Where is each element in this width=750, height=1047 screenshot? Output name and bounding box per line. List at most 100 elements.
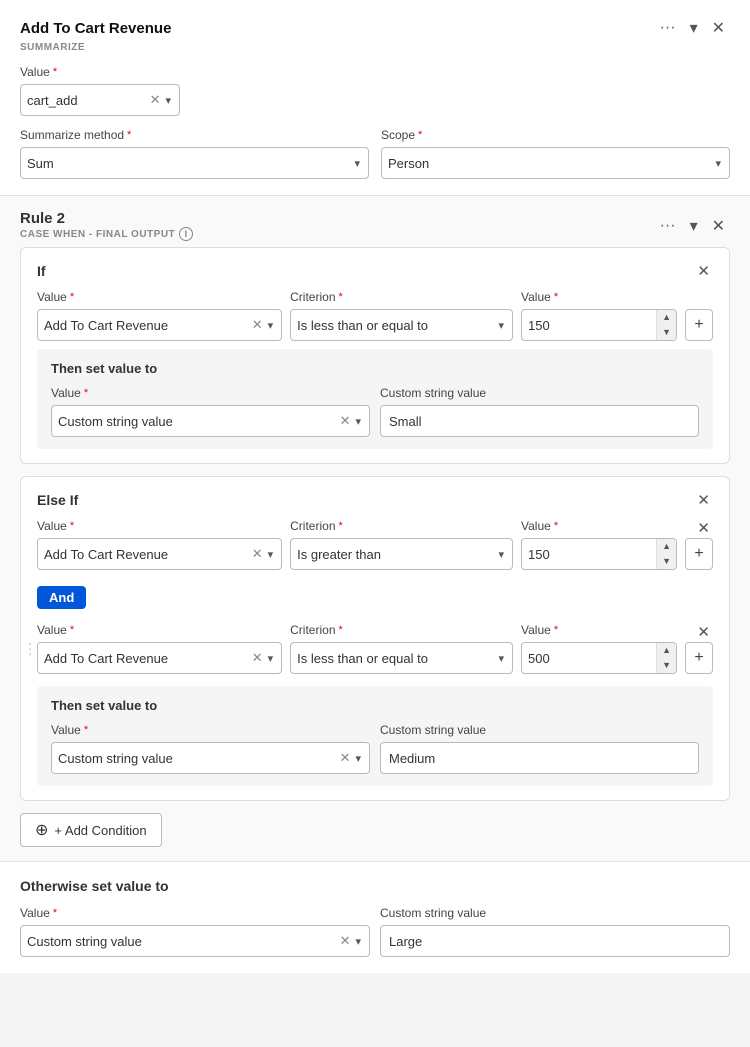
else-row1-criterion-chevron-icon: ▾: [496, 548, 506, 561]
if-add-button[interactable]: +: [685, 309, 713, 341]
scope-select[interactable]: Person ▾: [381, 147, 730, 179]
else-row1-value-selected: Add To Cart Revenue: [44, 547, 249, 562]
close-button[interactable]: ✕: [707, 16, 730, 40]
if-val-down-button[interactable]: ▼: [657, 325, 676, 340]
panel-header-icons: ··· ▾ ✕: [655, 16, 730, 40]
else-then-value-group: Value * Custom string value ✕ ▾: [51, 723, 370, 774]
value-clear-button[interactable]: ✕: [147, 92, 164, 108]
scope-group: Scope * Person ▾: [381, 128, 730, 179]
else-row2-criterion-group: Criterion * Is less than or equal to ▾: [290, 623, 513, 674]
summarize-method-group: Summarize method * Sum ▾: [20, 128, 369, 179]
if-then-value-label: Value *: [51, 386, 370, 400]
value-select-wrap[interactable]: cart_add ✕ ▾: [20, 84, 180, 116]
else-row2-val-label: Value *: [521, 623, 677, 637]
if-val-input[interactable]: [522, 318, 656, 333]
summarize-method-select[interactable]: Sum ▾: [20, 147, 369, 179]
rule2-collapse-button[interactable]: ▾: [685, 214, 703, 238]
else-row1-criterion-select[interactable]: Is greater than ▾: [290, 538, 513, 570]
if-then-value-select[interactable]: Custom string value ✕ ▾: [51, 405, 370, 437]
otherwise-value-select[interactable]: Custom string value ✕ ▾: [20, 925, 370, 957]
else-row1-value-select[interactable]: Add To Cart Revenue ✕ ▾: [37, 538, 282, 570]
else-row2-value-selected: Add To Cart Revenue: [44, 651, 249, 666]
if-vcv-row-wrapper: Value * Add To Cart Revenue ✕ ▾ Criterio…: [37, 290, 713, 341]
if-then-row: Value * Custom string value ✕ ▾ Custom s…: [51, 386, 699, 437]
method-scope-row: Summarize method * Sum ▾ Scope * Person …: [20, 128, 730, 179]
otherwise-value-selected: Custom string value: [27, 934, 337, 949]
otherwise-value-chevron-icon: ▾: [353, 935, 363, 948]
if-then-value-selected: Custom string value: [58, 414, 337, 429]
else-row1-value-chevron-icon: ▾: [266, 548, 276, 561]
if-then-value-clear-button[interactable]: ✕: [337, 413, 354, 429]
else-row2-value-clear-button[interactable]: ✕: [249, 650, 266, 666]
else-row1-wrapper: ✕ Value * Add To Cart Revenue ✕ ▾: [37, 519, 713, 570]
else-row1-val-input[interactable]: [522, 547, 656, 562]
value-chevron-icon: ▾: [163, 94, 173, 107]
if-card-close-button[interactable]: ✕: [694, 262, 713, 280]
rule2-header: Rule 2 CASE WHEN - FINAL OUTPUT i ··· ▾ …: [20, 210, 730, 241]
if-then-value-chevron-icon: ▾: [353, 415, 363, 428]
if-then-title: Then set value to: [51, 361, 699, 376]
panel-title: Add To Cart Revenue: [20, 20, 171, 37]
summarize-method-label: Summarize method *: [20, 128, 369, 142]
else-row1-val-down-button[interactable]: ▼: [657, 554, 676, 569]
if-value-clear-button[interactable]: ✕: [249, 317, 266, 333]
else-then-custom-group: Custom string value: [380, 723, 699, 774]
panel-header: Add To Cart Revenue ··· ▾ ✕: [20, 16, 730, 40]
else-row2-criterion-chevron-icon: ▾: [496, 652, 506, 665]
and-button[interactable]: And: [37, 586, 86, 609]
else-row2-value-select[interactable]: Add To Cart Revenue ✕ ▾: [37, 642, 282, 674]
collapse-button[interactable]: ▾: [685, 16, 703, 40]
else-row1-val-group: Value * ▲ ▼: [521, 519, 677, 570]
more-options-button[interactable]: ···: [655, 17, 681, 39]
else-row2-val-group: Value * ▲ ▼: [521, 623, 677, 674]
summarize-method-chevron-icon: ▾: [352, 157, 362, 170]
else-row1-criterion-value: Is greater than: [297, 547, 496, 562]
if-val-input-wrap[interactable]: ▲ ▼: [521, 309, 677, 341]
value-selected: cart_add: [27, 93, 147, 108]
else-then-custom-input[interactable]: [380, 742, 699, 774]
if-value-select[interactable]: Add To Cart Revenue ✕ ▾: [37, 309, 282, 341]
otherwise-section: Otherwise set value to Value * Custom st…: [0, 862, 750, 973]
scope-value: Person: [388, 156, 713, 171]
else-row2-val-input-wrap[interactable]: ▲ ▼: [521, 642, 677, 674]
otherwise-value-clear-button[interactable]: ✕: [337, 933, 354, 949]
else-row2-val-up-button[interactable]: ▲: [657, 643, 676, 658]
else-row2-value-label: Value *: [37, 623, 282, 637]
otherwise-value-group: Value * Custom string value ✕ ▾: [20, 906, 370, 957]
value-label: Value *: [20, 65, 730, 79]
panel-subtitle: SUMMARIZE: [20, 42, 730, 53]
else-row1-val-up-button[interactable]: ▲: [657, 539, 676, 554]
if-criterion-select[interactable]: Is less than or equal to ▾: [290, 309, 513, 341]
rule2-header-icons: ··· ▾ ✕: [655, 214, 730, 238]
if-then-section: Then set value to Value * Custom string …: [37, 349, 713, 449]
if-card: If ✕ Value * Add To Cart Revenue ✕ ▾: [20, 247, 730, 464]
if-criterion-value: Is less than or equal to: [297, 318, 496, 333]
else-row2-add-button[interactable]: +: [685, 642, 713, 674]
else-if-card-close-button[interactable]: ✕: [694, 491, 713, 509]
else-then-value-clear-button[interactable]: ✕: [337, 750, 354, 766]
otherwise-custom-input[interactable]: [380, 925, 730, 957]
else-row1-value-group: Value * Add To Cart Revenue ✕ ▾: [37, 519, 282, 570]
if-val-spinner: ▲ ▼: [656, 310, 676, 340]
else-row2-val-down-button[interactable]: ▼: [657, 658, 676, 673]
else-row2-criterion-select[interactable]: Is less than or equal to ▾: [290, 642, 513, 674]
add-condition-label: + Add Condition: [54, 823, 146, 838]
otherwise-value-label: Value *: [20, 906, 370, 920]
if-val-up-button[interactable]: ▲: [657, 310, 676, 325]
else-row1-val-input-wrap[interactable]: ▲ ▼: [521, 538, 677, 570]
else-row1-value-clear-button[interactable]: ✕: [249, 546, 266, 562]
if-card-title: If: [37, 263, 46, 279]
else-then-custom-label: Custom string value: [380, 723, 699, 737]
else-row1-add-button[interactable]: +: [685, 538, 713, 570]
else-then-value-select[interactable]: Custom string value ✕ ▾: [51, 742, 370, 774]
if-then-custom-input[interactable]: [380, 405, 699, 437]
add-condition-button[interactable]: ⊕ + Add Condition: [20, 813, 162, 847]
info-icon[interactable]: i: [179, 227, 193, 241]
otherwise-custom-label: Custom string value: [380, 906, 730, 920]
else-row2-val-input[interactable]: [522, 651, 656, 666]
else-row1-value-label: Value *: [37, 519, 282, 533]
rule2-close-button[interactable]: ✕: [707, 214, 730, 238]
rule2-more-button[interactable]: ···: [655, 215, 681, 237]
rule2-subtitle: CASE WHEN - FINAL OUTPUT i: [20, 227, 193, 241]
else-vcv-row2: Value * Add To Cart Revenue ✕ ▾ Criterio…: [37, 623, 713, 674]
